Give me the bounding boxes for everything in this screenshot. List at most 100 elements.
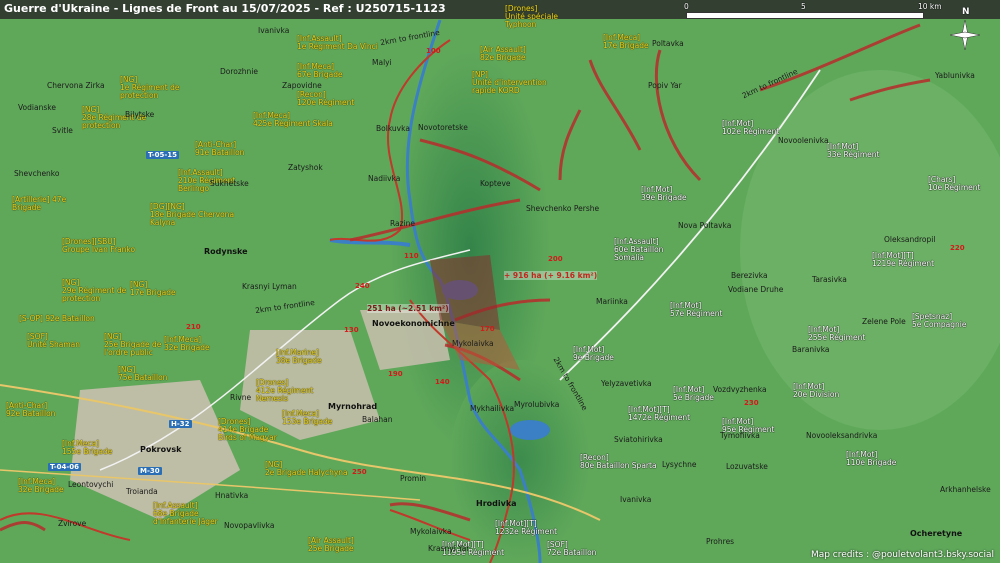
place-label: Dorozhnie xyxy=(220,67,259,76)
place-label: Bolkuvka xyxy=(376,124,410,133)
road-number: 250 xyxy=(352,468,367,476)
rus-unit: [Recon] 80e Bataillon Sparta xyxy=(580,453,657,470)
road-number: 240 xyxy=(355,282,370,290)
rus-unit: [SOF] 72e Bataillon xyxy=(547,540,597,557)
road-shield: T-05-15 xyxy=(146,151,180,159)
rus-unit: [Inf.Mot] 110e Brigade xyxy=(846,450,897,467)
place-label: Krasnyi Yar xyxy=(428,544,470,553)
place-label: Tymofiivka xyxy=(720,431,760,440)
area-annotation: 251 ha (~2.51 km²) xyxy=(367,304,449,313)
place-label: Poltavka xyxy=(652,39,684,48)
ukr-unit: [NG] 29e Régiment de protection xyxy=(62,278,127,303)
ukr-unit: [S-OP] 92e Bataillon xyxy=(19,314,95,323)
ukr-unit: [Drones] 414e Brigade Birds of Magyar xyxy=(218,417,277,442)
place-label: Yablunivka xyxy=(935,71,975,80)
road-shield: T-04-06 xyxy=(48,463,82,471)
place-label: Lozuvatske xyxy=(726,462,768,471)
place-label: Troianda xyxy=(126,487,158,496)
road-shield: M-30 xyxy=(138,467,162,475)
place-label: Lysychne xyxy=(662,460,697,469)
place-label: Leontovychi xyxy=(68,480,114,489)
road-number: 220 xyxy=(950,244,965,252)
place-label: Vodiane Druhe xyxy=(728,285,784,294)
ukr-unit: [Recon] 120e Régiment xyxy=(297,90,355,107)
rus-unit: [Inf.Mot] 33e Régiment xyxy=(827,142,880,159)
place-label: Malyi xyxy=(372,58,392,67)
place-label: Kopteve xyxy=(480,179,511,188)
area-annotation: + 916 ha (+ 9.16 km²) xyxy=(504,271,598,280)
place-label: Rivne xyxy=(230,393,252,402)
ukr-unit: [Inf.Meca] 155e Brigade xyxy=(62,439,113,456)
rus-unit: [Inf.Mot][T] 1219e Régiment xyxy=(872,251,935,268)
ukr-unit: [DG][NG] 18e Brigade Chervona Kalyna xyxy=(150,202,235,227)
ukr-unit: [NG] 2e Brigade Halychyna xyxy=(265,460,348,477)
place-label: Zatyshok xyxy=(288,163,323,172)
place-label: Shevchenko xyxy=(14,169,60,178)
place-label: Balahan xyxy=(362,415,393,424)
town-label: Myrnohrad xyxy=(328,402,378,411)
rus-unit: [Chars] 10e Régiment xyxy=(928,175,981,192)
place-label: Sviatohirivka xyxy=(614,435,663,444)
map-credits: Map credits : @pouletvolant3.bsky.social xyxy=(810,550,994,560)
road-number: 100 xyxy=(426,47,441,55)
ukr-unit: [SOF] Unité Shaman xyxy=(27,332,81,349)
place-label: Tarasivka xyxy=(812,275,847,284)
scale-bar xyxy=(686,12,924,19)
place-label: Popiv Yar xyxy=(648,81,682,90)
place-label: Oleksandropil xyxy=(884,235,936,244)
road-number: 190 xyxy=(388,370,403,378)
place-label: Myrolubivka xyxy=(514,400,560,409)
ukr-unit: [NG] 25e Brigade de l'ordre public xyxy=(104,332,162,357)
town-label: Novoekonomichne xyxy=(372,319,455,328)
place-label: Sukhetske xyxy=(210,179,249,188)
rus-unit: [Inf.Mot] 9e Brigade xyxy=(573,345,614,362)
ukr-unit: [Inf.Meca] 67e Brigade xyxy=(297,62,343,79)
place-label: Razine xyxy=(390,219,416,228)
ukr-unit: [NG] 75e Bataillon xyxy=(118,365,168,382)
road-number: 200 xyxy=(548,255,563,263)
place-label: Mariinka xyxy=(596,297,628,306)
ukr-unit: [NG] 17e Brigade xyxy=(130,280,176,297)
north-arrow-icon xyxy=(949,19,981,51)
rus-unit: [Inf.Mot] 57e Régiment xyxy=(670,301,723,318)
rus-unit: [Inf.Mot] 20e Division xyxy=(793,382,840,399)
town-label: Pokrovsk xyxy=(140,445,182,454)
place-label: Yelyzavetivka xyxy=(601,379,652,388)
place-label: Svitle xyxy=(52,126,73,135)
road-number: 230 xyxy=(744,399,759,407)
place-label: Ivanivka xyxy=(620,495,652,504)
place-label: Nova Poltavka xyxy=(678,221,732,230)
rus-unit: [Inf.Mot] 102e Régiment xyxy=(722,119,780,136)
place-label: Zapovidne xyxy=(282,81,322,90)
place-label: Novoolenivka xyxy=(778,136,829,145)
ukr-unit: [Drones] Unité spéciale Typhoon xyxy=(505,4,559,29)
ukr-unit: [Inf.Assault] 68e Brigade d'Infanterie J… xyxy=(153,501,218,526)
ukr-unit: [NP] Unité d'intervention rapide KORD xyxy=(472,70,547,95)
place-label: Mykhailivka xyxy=(470,404,515,413)
ukr-unit: [Anti-Char] 92e Bataillon xyxy=(6,401,56,418)
rus-unit: [Inf.Mot][T] 1232e Régiment xyxy=(495,519,558,536)
rus-unit: [Inf.Mot][T] 1472e Régiment xyxy=(628,405,691,422)
place-label: Ivanivka xyxy=(258,26,290,35)
ukr-unit: [Air Assault] 82e Brigade xyxy=(480,45,526,62)
map-title: Guerre d'Ukraine - Lignes de Front au 15… xyxy=(4,2,446,15)
place-label: Novooleksandrivka xyxy=(806,431,878,440)
scale-label-0: 0 xyxy=(684,2,689,11)
road-number: 130 xyxy=(344,326,359,334)
ukr-unit: [Anti-Char] 91e Bataillon xyxy=(195,140,245,157)
place-label: Vodianske xyxy=(18,103,56,112)
place-label: Krasnyi Lyman xyxy=(242,282,297,291)
place-label: Mykolaivka xyxy=(452,339,494,348)
ukr-unit: [Inf.Meca] 425e Régiment Skala xyxy=(253,111,333,128)
place-label: Arkhanhelske xyxy=(940,485,991,494)
ukr-unit: [Drones][SBU] Groupe Ivan Franko xyxy=(62,237,136,254)
ukr-unit: [Inf.Meca] 32e Brigade xyxy=(18,477,64,494)
scale-label-5: 5 xyxy=(801,2,806,11)
place-label: Baranivka xyxy=(792,345,830,354)
scale-label-10: 10 km xyxy=(918,2,942,11)
road-number: 140 xyxy=(435,378,450,386)
place-label: Bilytske xyxy=(125,110,155,119)
rus-unit: [Inf.Assault] 60e Bataillon Somalia xyxy=(614,237,664,262)
place-label: Zelene Pole xyxy=(862,317,906,326)
town-label: Ocheretyne xyxy=(910,529,963,538)
